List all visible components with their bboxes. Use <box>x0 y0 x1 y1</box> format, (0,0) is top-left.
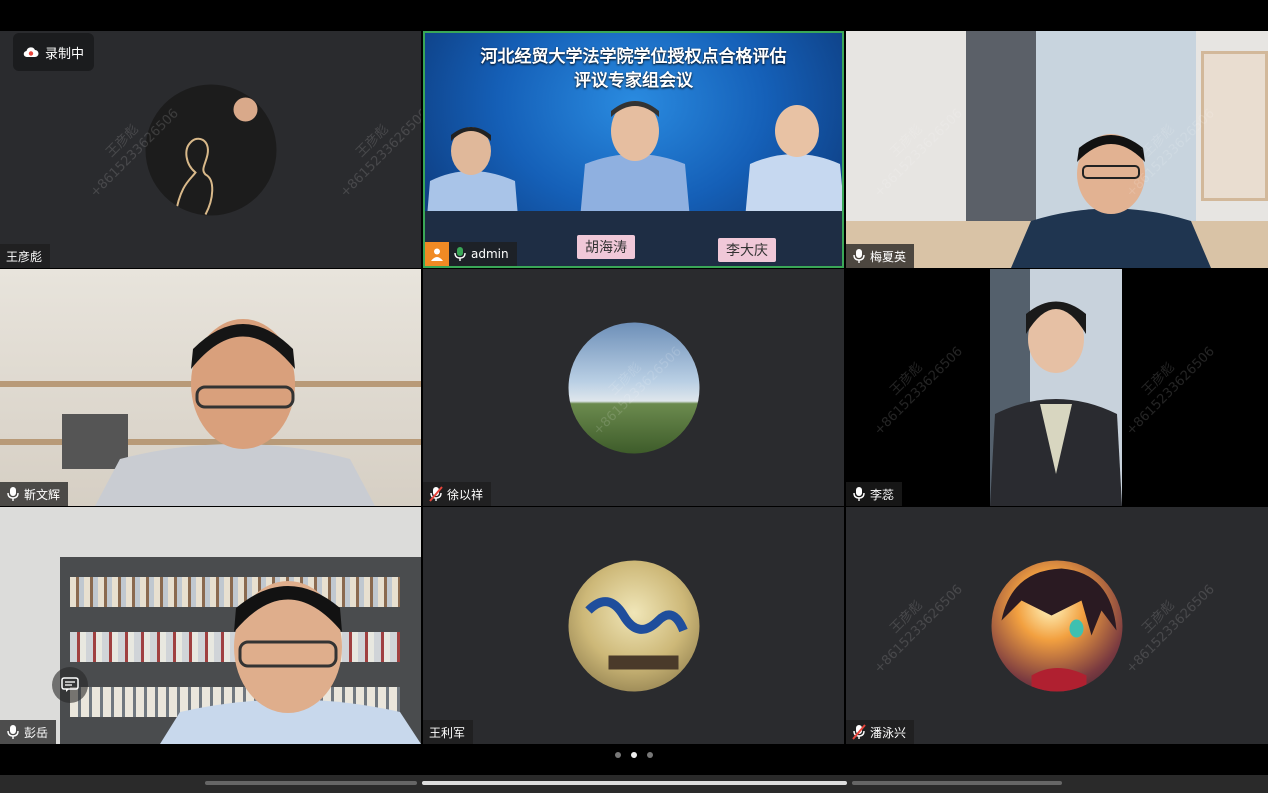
recording-indicator[interactable]: 录制中 <box>13 33 95 71</box>
microphone-icon <box>454 247 466 261</box>
participant-name-label: 王利军 <box>423 720 474 744</box>
participant-figure <box>745 105 842 219</box>
scroll-thumb[interactable] <box>422 781 847 785</box>
participant-name-label: 梅夏英 <box>846 244 915 268</box>
avatar <box>568 560 699 691</box>
participant-figure <box>95 319 375 506</box>
watermark: 王彦彪 +8615233626506 <box>1123 582 1218 677</box>
participant-figure <box>580 101 690 219</box>
host-icon <box>425 242 449 266</box>
microphone-icon <box>853 249 865 263</box>
participant-name-label: 徐以祥 <box>423 482 492 506</box>
page-dot[interactable] <box>615 752 621 758</box>
video-tile-meixiaying[interactable]: 王彦彪 +8615233626506 王彦彪 +8615233626506 梅夏英 <box>846 31 1268 268</box>
banner-title: 河北经贸大学法学院学位授权点合格评估 评议专家组会议 <box>480 47 787 91</box>
microphone-icon <box>853 487 865 501</box>
video-tile-wanglijun[interactable]: 王利军 <box>423 507 844 744</box>
participant-name-label: admin <box>425 242 517 266</box>
microphone-muted-icon <box>429 486 443 502</box>
video-tile-pengyue[interactable]: 彭岳 <box>0 507 421 744</box>
microphone-muted-icon <box>852 724 866 740</box>
video-tile-panyongxing[interactable]: 王彦彪 +8615233626506 王彦彪 +8615233626506 潘泳兴 <box>846 507 1268 744</box>
cloud-recording-icon <box>23 47 39 58</box>
watermark: 王彦彪 +8615233626506 <box>337 106 421 201</box>
participant-name-label: 靳文辉 <box>0 482 69 506</box>
scroll-segment <box>852 781 1062 785</box>
page-dot-current[interactable] <box>631 752 637 758</box>
video-tile-admin[interactable]: 河北经贸大学法学院学位授权点合格评估 评议专家组会议 胡海涛 李大庆 admin <box>423 31 844 268</box>
video-tile-jinwenhui[interactable]: 靳文辉 <box>0 269 421 506</box>
page-indicator <box>0 749 1268 761</box>
nameplate: 李大庆 <box>718 238 776 262</box>
microphone-icon <box>7 487 19 501</box>
horizontal-scrollbar[interactable] <box>0 775 1268 793</box>
video-frame <box>990 269 1122 506</box>
watermark: 王彦彪 +8615233626506 <box>871 344 966 439</box>
participant-figure <box>990 301 1122 506</box>
nameplate: 胡海涛 <box>577 235 635 259</box>
participant-name-label: 李蕊 <box>846 482 903 506</box>
page-dot[interactable] <box>647 752 653 758</box>
avatar <box>991 560 1123 691</box>
watermark: 王彦彪 +8615233626506 <box>871 582 966 677</box>
participant-name-label: 潘泳兴 <box>846 720 915 744</box>
chat-icon <box>61 677 79 692</box>
scroll-segment <box>205 781 417 785</box>
microphone-icon <box>7 725 19 739</box>
watermark: 王彦彪 +8615233626506 <box>1123 344 1218 439</box>
participant-name-label: 王彦彪 <box>0 244 51 268</box>
participant-figure <box>160 581 421 744</box>
chat-bubble-button[interactable] <box>52 667 88 703</box>
participant-name-label: 彭岳 <box>0 720 57 744</box>
shelf <box>1201 51 1268 201</box>
video-tile-lirui[interactable]: 王彦彪 +8615233626506 王彦彪 +8615233626506 李蕊 <box>846 269 1268 506</box>
video-tile-xuyixiang[interactable]: 王彦彪 +8615233626506 徐以祥 <box>423 269 844 506</box>
watermark: 王彦彪 +8615233626506 <box>871 106 966 201</box>
